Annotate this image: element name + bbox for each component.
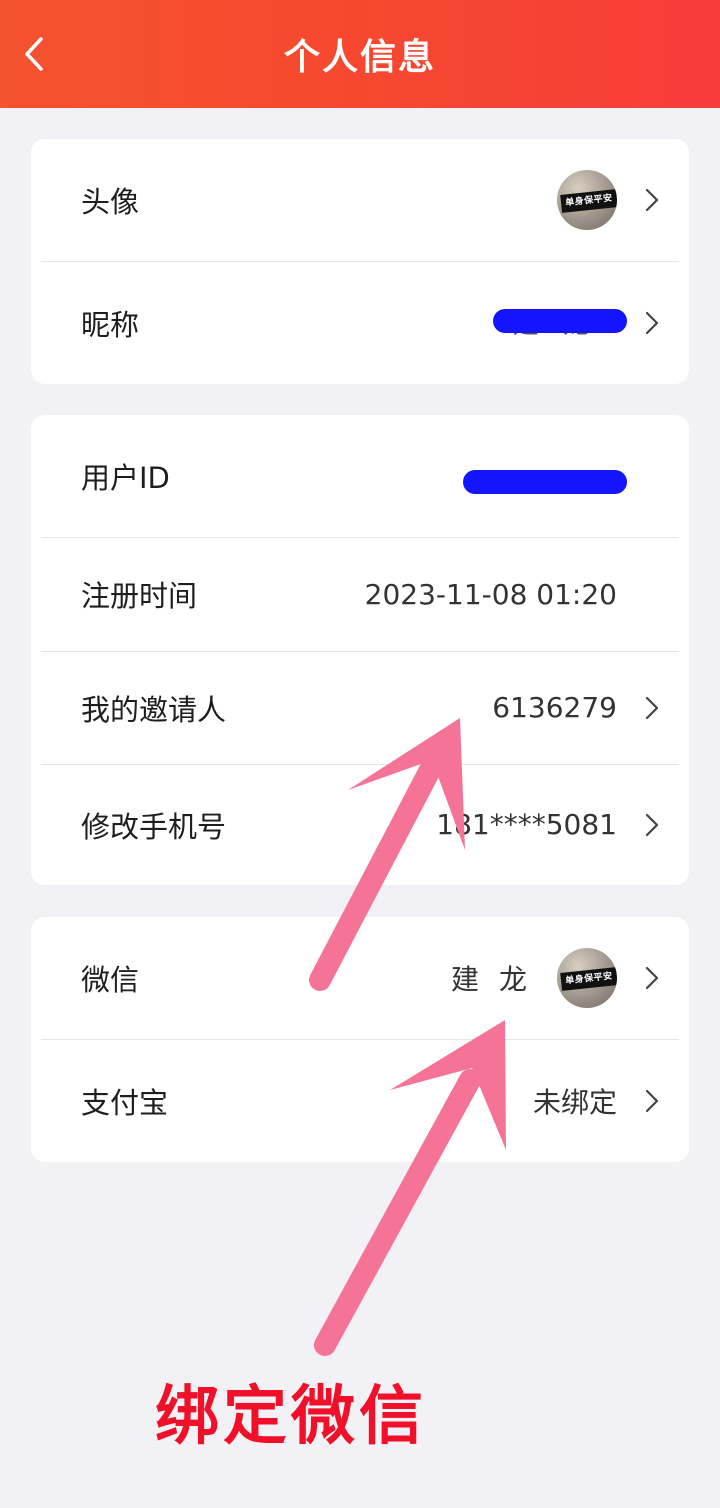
inviter-value: 6136279: [492, 691, 617, 724]
register-time-label: 注册时间: [81, 579, 198, 613]
avatar-caption: 单身保平安: [560, 189, 617, 213]
phone-value: 181****5081: [436, 808, 617, 841]
alipay-label: 支付宝: [81, 1085, 169, 1120]
chevron-right-icon: [643, 812, 661, 838]
inviter-label: 我的邀请人: [81, 692, 227, 727]
avatar-caption: 单身保平安: [560, 967, 617, 991]
avatar: 单身保平安: [557, 170, 617, 230]
inviter-row[interactable]: 我的邀请人 6136279: [31, 651, 689, 764]
wechat-name: 建龙: [450, 963, 547, 996]
user-id-label: 用户ID: [81, 461, 170, 495]
register-time-value: 2023-11-08 01:20: [364, 577, 617, 611]
chevron-left-icon: [25, 37, 43, 71]
register-time-row: 注册时间 2023-11-08 01:20: [31, 537, 689, 651]
chevron-right-icon: [643, 1088, 661, 1114]
alipay-row[interactable]: 支付宝 未绑定: [31, 1039, 689, 1162]
avatar-row[interactable]: 头像 单身保平安: [31, 139, 689, 261]
profile-card: 头像 单身保平安 昵称 建 龙: [31, 139, 689, 384]
chevron-right-icon: [643, 965, 661, 991]
wechat-label: 微信: [81, 963, 140, 997]
phone-label: 修改手机号: [81, 809, 227, 844]
binding-card: 微信 建龙 单身保平安 支付宝 未绑定: [31, 917, 689, 1162]
user-id-row: 用户ID: [31, 415, 689, 537]
nickname-label: 昵称: [81, 307, 140, 342]
wechat-row[interactable]: 微信 建龙 单身保平安: [31, 917, 689, 1039]
redaction-mark: [463, 470, 627, 494]
alipay-value: 未绑定: [532, 1085, 617, 1119]
nickname-row[interactable]: 昵称 建 龙: [31, 261, 689, 384]
chevron-right-icon: [643, 187, 661, 213]
annotation-label: 绑定微信: [155, 1380, 427, 1454]
chevron-right-icon: [643, 310, 661, 336]
phone-row[interactable]: 修改手机号 181****5081: [31, 764, 689, 885]
wechat-avatar: 单身保平安: [557, 948, 617, 1008]
account-card: 用户ID 注册时间 2023-11-08 01:20 我的邀请人 6136279…: [31, 415, 689, 885]
avatar-label: 头像: [81, 185, 140, 219]
page-title: 个人信息: [283, 37, 436, 78]
redaction-mark: [493, 309, 627, 333]
top-bar: 个人信息: [0, 0, 720, 108]
chevron-right-icon: [643, 695, 661, 721]
back-button[interactable]: [14, 32, 54, 76]
